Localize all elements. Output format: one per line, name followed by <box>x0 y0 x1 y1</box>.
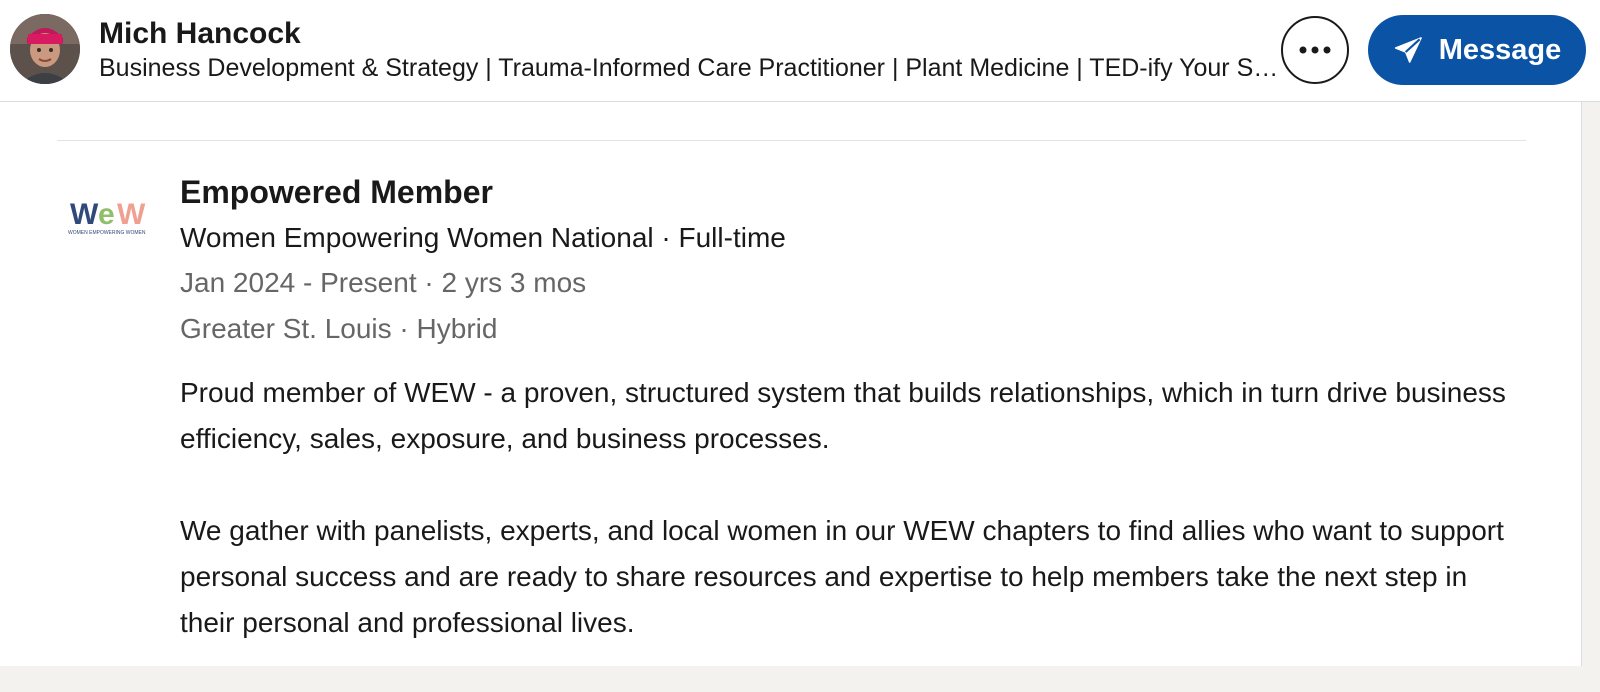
company-logo[interactable]: W e W WOMEN EMPOWERING WOMEN <box>62 194 158 244</box>
company-line: Women Empowering Women National · Full-t… <box>180 222 786 253</box>
experience-card: W e W WOMEN EMPOWERING WOMEN Empowered M… <box>0 102 1582 666</box>
description-paragraph: Proud member of WEW - a proven, structur… <box>180 377 1506 454</box>
description-paragraph: We gather with panelists, experts, and l… <box>180 515 1504 638</box>
avatar-photo <box>10 14 80 84</box>
position-title: Empowered Member <box>180 174 493 210</box>
svg-text:W: W <box>117 198 146 231</box>
profile-name: Mich Hancock <box>99 17 301 50</box>
experience-entry: Empowered Member Women Empowering Women … <box>180 170 1530 692</box>
message-button[interactable]: Message <box>1368 15 1586 85</box>
section-divider <box>57 140 1526 141</box>
position-description: Proud member of WEW - a proven, structur… <box>180 370 1520 646</box>
ellipsis-icon <box>1299 46 1331 54</box>
profile-avatar[interactable] <box>10 14 80 84</box>
sticky-profile-header: Mich Hancock Business Development & Stra… <box>0 0 1600 102</box>
svg-text:e: e <box>98 198 114 231</box>
more-actions-button[interactable] <box>1281 16 1349 84</box>
position-location: Greater St. Louis · Hybrid <box>180 313 498 344</box>
logo-subtext: WOMEN EMPOWERING WOMEN <box>68 230 146 236</box>
profile-headline: Business Development & Strategy | Trauma… <box>99 54 1279 82</box>
svg-text:W: W <box>70 198 99 231</box>
send-icon <box>1394 37 1422 63</box>
message-button-label: Message <box>1438 33 1562 66</box>
position-dates: Jan 2024 - Present · 2 yrs 3 mos <box>180 267 587 298</box>
